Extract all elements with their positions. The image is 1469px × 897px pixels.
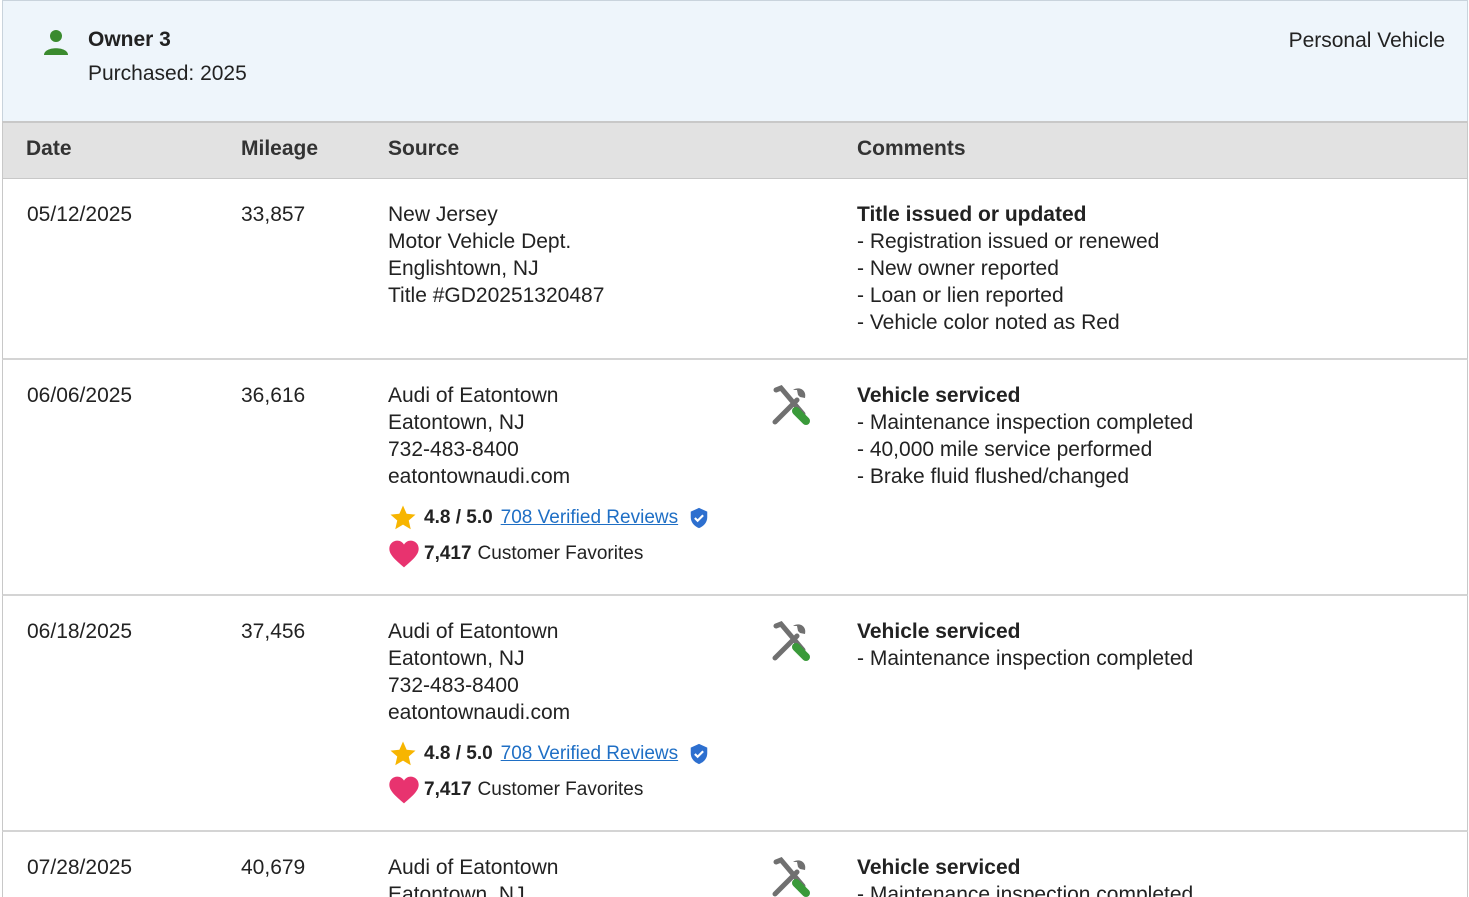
column-header-comments: Comments — [857, 137, 966, 160]
comment-title: Title issued or updated — [857, 203, 1087, 226]
owner-purchased: Purchased: 2025 — [88, 62, 247, 85]
favorites-count: 7,417 — [424, 543, 472, 564]
row-mileage: 33,857 — [241, 203, 306, 226]
owner-name: Owner 3 — [88, 28, 171, 51]
star-icon — [390, 505, 416, 530]
column-header-source: Source — [388, 137, 460, 160]
row-source: New Jersey Motor Vehicle Dept. Englishto… — [388, 201, 604, 309]
comment-item: - Maintenance inspection completed — [857, 883, 1194, 897]
comment-title: Vehicle serviced — [857, 620, 1021, 643]
dealer-phone: 732-483-8400 — [388, 674, 519, 697]
row-comments: Vehicle serviced - Maintenance inspectio… — [857, 854, 1193, 897]
service-tools-icon — [772, 621, 810, 661]
row-date: 06/18/2025 — [27, 620, 133, 643]
dealer-location: Eatontown, NJ — [388, 647, 525, 670]
person-icon — [44, 30, 68, 55]
service-tools-icon — [772, 857, 810, 897]
row-comments: Vehicle serviced - Maintenance inspectio… — [857, 618, 1193, 672]
owner-header: Owner 3 Purchased: 2025 Personal Vehicle — [2, 0, 1468, 122]
verified-badge-icon — [690, 743, 708, 765]
dealer-location: Eatontown, NJ — [388, 883, 525, 897]
dealer-name: Audi of Eatontown — [388, 856, 559, 879]
comment-item: - Vehicle color noted as Red — [857, 311, 1120, 334]
history-row: 05/12/2025 33,857 New Jersey Motor Vehic… — [2, 179, 1468, 360]
history-table-header: Date Mileage Source Comments — [2, 121, 1468, 179]
owner-vehicle-type: Personal Vehicle — [1288, 29, 1445, 52]
dealer-location: Eatontown, NJ — [388, 411, 525, 434]
verified-reviews-link[interactable]: 708 Verified Reviews — [501, 507, 678, 529]
comment-item: - Loan or lien reported — [857, 284, 1064, 307]
comment-item: - 40,000 mile service performed — [857, 438, 1153, 461]
column-header-mileage: Mileage — [241, 137, 319, 160]
star-icon — [390, 741, 416, 766]
dealer-website: eatontownaudi.com — [388, 701, 571, 724]
favorites-label: Customer Favorites — [477, 779, 644, 800]
rating-score: 4.8 / 5.0 — [424, 743, 493, 764]
row-mileage: 40,679 — [241, 856, 306, 879]
row-mileage: 37,456 — [241, 620, 306, 643]
source-line: Title #GD20251320487 — [388, 284, 605, 307]
favorites-count: 7,417 — [424, 779, 472, 800]
row-date: 06/06/2025 — [27, 384, 133, 407]
history-row: 06/06/2025 36,616 Audi of Eatontown Eato… — [2, 360, 1468, 596]
comment-item: - Brake fluid flushed/changed — [857, 465, 1130, 488]
dealer-rating: 4.8 / 5.0 708 Verified Reviews — [388, 503, 710, 533]
dealer-name: Audi of Eatontown — [388, 620, 559, 643]
row-source: Audi of Eatontown Eatontown, NJ — [388, 854, 558, 897]
dealer-phone: 732-483-8400 — [388, 438, 519, 461]
dealer-favorites: 7,417 Customer Favorites — [388, 775, 643, 805]
rating-score: 4.8 / 5.0 — [424, 507, 493, 528]
verified-reviews-link[interactable]: 708 Verified Reviews — [501, 743, 678, 765]
dealer-favorites: 7,417 Customer Favorites — [388, 539, 643, 569]
history-row: 07/28/2025 40,679 Audi of Eatontown Eato… — [2, 832, 1468, 897]
favorites-label: Customer Favorites — [477, 543, 644, 564]
row-source: Audi of Eatontown Eatontown, NJ 732-483-… — [388, 618, 570, 726]
column-header-date: Date — [26, 137, 72, 160]
comment-title: Vehicle serviced — [857, 384, 1021, 407]
heart-icon — [389, 540, 419, 568]
comment-item: - Maintenance inspection completed — [857, 411, 1194, 434]
row-comments: Title issued or updated - Registration i… — [857, 201, 1159, 336]
row-comments: Vehicle serviced - Maintenance inspectio… — [857, 382, 1193, 490]
history-row: 06/18/2025 37,456 Audi of Eatontown Eato… — [2, 596, 1468, 832]
verified-badge-icon — [690, 507, 708, 529]
comment-item: - Maintenance inspection completed — [857, 647, 1194, 670]
dealer-rating: 4.8 / 5.0 708 Verified Reviews — [388, 739, 710, 769]
source-line: Englishtown, NJ — [388, 257, 539, 280]
row-source: Audi of Eatontown Eatontown, NJ 732-483-… — [388, 382, 570, 490]
comment-title: Vehicle serviced — [857, 856, 1021, 879]
comment-item: - New owner reported — [857, 257, 1059, 280]
heart-icon — [389, 776, 419, 804]
source-line: Motor Vehicle Dept. — [388, 230, 572, 253]
comment-item: - Registration issued or renewed — [857, 230, 1160, 253]
row-mileage: 36,616 — [241, 384, 306, 407]
dealer-website: eatontownaudi.com — [388, 465, 571, 488]
source-line: New Jersey — [388, 203, 498, 226]
service-tools-icon — [772, 385, 810, 425]
row-date: 07/28/2025 — [27, 856, 133, 879]
dealer-name: Audi of Eatontown — [388, 384, 559, 407]
row-date: 05/12/2025 — [27, 203, 133, 226]
